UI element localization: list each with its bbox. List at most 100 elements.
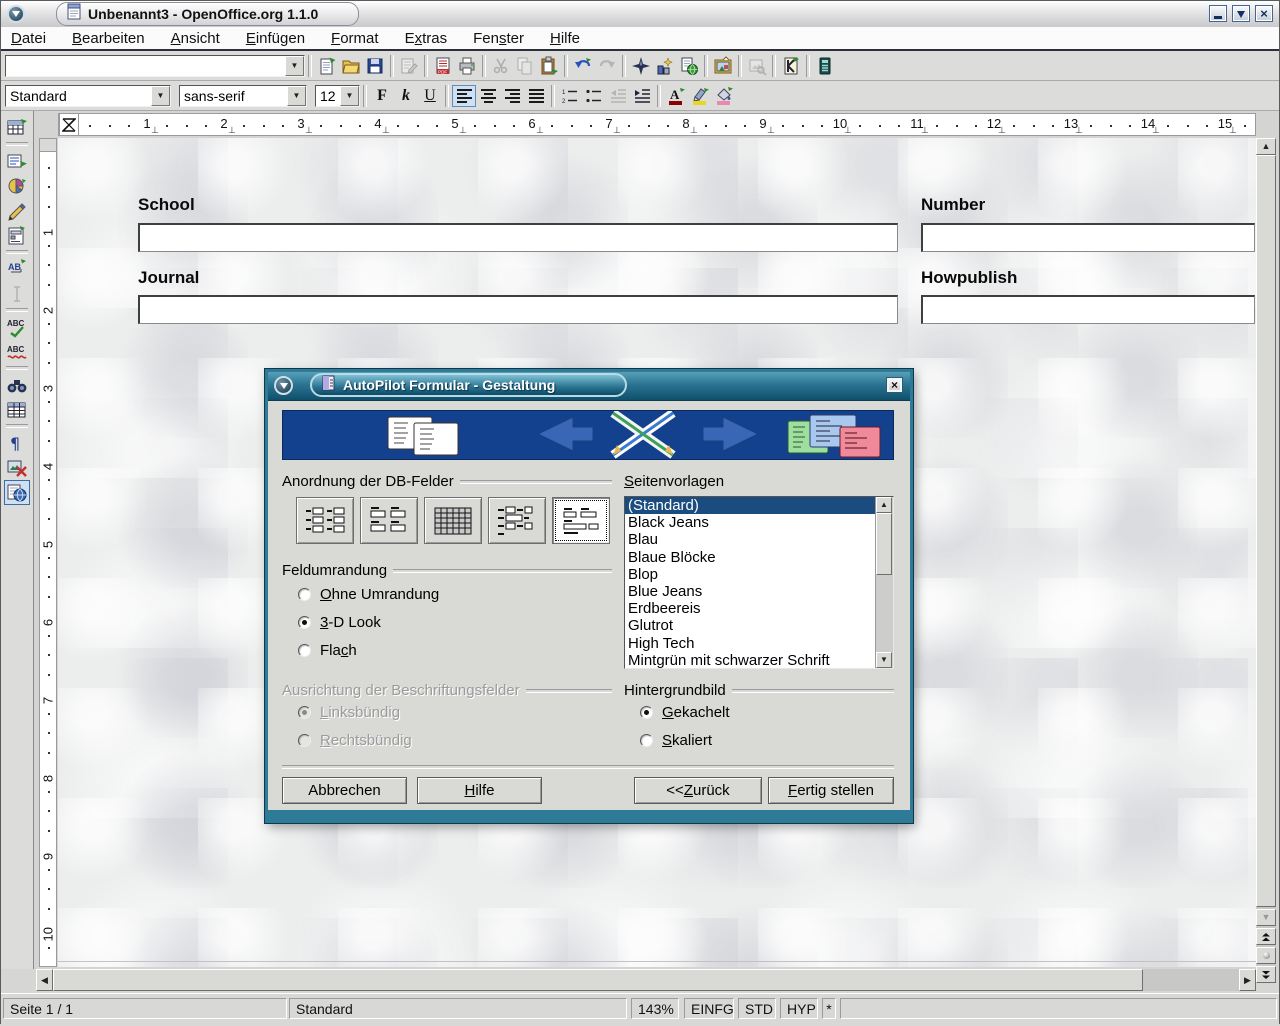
online-layout-icon[interactable] — [4, 480, 30, 505]
stylist-icon[interactable] — [653, 54, 677, 78]
list-item[interactable]: Erdbeereis — [625, 600, 875, 617]
font-color-icon[interactable]: A — [664, 85, 688, 107]
insert-table-icon[interactable] — [4, 115, 30, 140]
justify-icon[interactable] — [524, 85, 548, 107]
show-draw-functions-icon[interactable] — [4, 198, 30, 223]
list-item[interactable]: Blop — [625, 566, 875, 583]
insert-fields-icon[interactable] — [4, 148, 30, 173]
form-field-input-journal[interactable] — [138, 295, 898, 324]
spellcheck-icon[interactable]: ABC — [4, 314, 30, 339]
graphics-on-off-icon[interactable] — [4, 455, 30, 480]
export-pdf-icon[interactable]: PDF — [431, 54, 455, 78]
cancel-button[interactable]: Abbrechen — [282, 777, 407, 804]
arrangement-columns-labels-top[interactable] — [360, 497, 418, 544]
arrangement-blocks-labels-top[interactable] — [552, 497, 610, 544]
zoom-level[interactable]: 143% — [631, 998, 679, 1019]
align-center-icon[interactable] — [476, 85, 500, 107]
gallery-icon[interactable] — [711, 54, 735, 78]
menu-extras[interactable]: Extras — [405, 30, 461, 47]
navigation-button[interactable] — [1256, 947, 1276, 964]
style-dropdown-button[interactable]: ▼ — [151, 86, 170, 106]
listbox-scroll-up[interactable]: ▲ — [876, 497, 892, 513]
print-icon[interactable] — [455, 54, 479, 78]
radio-no-border-control[interactable] — [298, 588, 311, 601]
vertical-ruler[interactable]: 12345678910 — [39, 138, 57, 967]
font-size-value[interactable]: 12 — [316, 86, 340, 106]
font-size-combobox[interactable]: 12 ▼ — [315, 85, 360, 107]
dialog-menu-button[interactable] — [274, 376, 293, 395]
paste-icon[interactable] — [537, 54, 561, 78]
arrangement-columns-labels-left[interactable] — [296, 497, 354, 544]
url-combobox[interactable]: ▼ — [5, 55, 305, 77]
data-sources-icon[interactable] — [813, 54, 837, 78]
horizontal-scroll-thumb[interactable] — [53, 969, 1143, 991]
nonprinting-characters-icon[interactable]: ¶ — [4, 430, 30, 455]
arrangement-as-table[interactable] — [424, 497, 482, 544]
bullet-list-icon[interactable] — [582, 85, 606, 107]
scroll-left-button[interactable]: ◀ — [36, 969, 53, 991]
form-field-input-howpublish[interactable] — [921, 295, 1255, 324]
radio-tiled-control[interactable] — [640, 706, 653, 719]
finish-button[interactable]: Fertig stellen — [768, 777, 894, 804]
hyperlink-mode[interactable]: HYP — [780, 998, 818, 1019]
dialog-close-button[interactable]: × — [886, 377, 903, 393]
numbered-list-icon[interactable]: 12 — [558, 85, 582, 107]
horizontal-scrollbar[interactable]: ◀ ▶ — [36, 969, 1256, 991]
form-field-input-school[interactable] — [138, 223, 898, 252]
arrangement-rows-labels-left[interactable] — [488, 497, 546, 544]
insert-objects-icon[interactable] — [4, 173, 30, 198]
menu-format[interactable]: Format — [331, 30, 392, 47]
size-dropdown-button[interactable]: ▼ — [340, 86, 359, 106]
minimize-button[interactable] — [1209, 5, 1227, 22]
shade-button[interactable] — [1232, 5, 1250, 22]
previous-page-button[interactable] — [1256, 928, 1276, 945]
radio-no-border[interactable]: Ohne Umrandung — [298, 587, 439, 602]
radio-scaled[interactable]: Skaliert — [640, 733, 730, 748]
list-item[interactable]: Blau — [625, 531, 875, 548]
list-item[interactable]: Blaue Blöcke — [625, 549, 875, 566]
menu-bearbeiten[interactable]: Bearbeiten — [72, 30, 158, 47]
menu-hilfe[interactable]: Hilfe — [550, 30, 593, 47]
menu-datei[interactable]: Datei — [11, 30, 59, 47]
align-right-icon[interactable] — [500, 85, 524, 107]
scroll-down-button[interactable]: ▼ — [1256, 909, 1276, 926]
underline-icon[interactable]: U — [418, 85, 442, 107]
paragraph-style-indicator[interactable]: Standard — [289, 998, 627, 1019]
help-button[interactable]: Hilfe — [417, 777, 542, 804]
undo-icon[interactable] — [571, 54, 595, 78]
radio-3d-look-control[interactable] — [298, 616, 311, 629]
menu-fenster[interactable]: Fenster — [473, 30, 537, 47]
radio-flat-control[interactable] — [298, 644, 311, 657]
vertical-scroll-thumb[interactable] — [1256, 155, 1276, 907]
hyperlink-dialog-icon[interactable] — [677, 54, 701, 78]
window-menu-button[interactable] — [7, 5, 25, 23]
data-sources-view-icon[interactable] — [4, 397, 30, 422]
url-input[interactable] — [6, 56, 285, 76]
radio-3d-look[interactable]: 3-D Look — [298, 615, 439, 630]
menu-einfuegen[interactable]: Einfügen — [246, 30, 318, 47]
align-left-icon[interactable] — [452, 85, 476, 107]
menu-ansicht[interactable]: Ansicht — [171, 30, 233, 47]
italic-icon[interactable]: k — [394, 85, 418, 107]
page-styles-listbox[interactable]: (Standard)Black JeansBlauBlaue BlöckeBlo… — [624, 496, 894, 669]
radio-tiled[interactable]: Gekachelt — [640, 705, 730, 720]
insert-mode[interactable]: EINFG — [684, 998, 734, 1019]
new-document-icon[interactable] — [315, 54, 339, 78]
auto-spellcheck-icon[interactable]: ABC — [4, 339, 30, 364]
find-replace-icon[interactable] — [4, 372, 30, 397]
font-name-value[interactable]: sans-serif — [180, 86, 287, 106]
listbox-scroll-down[interactable]: ▼ — [876, 652, 892, 668]
bold-icon[interactable]: F — [370, 85, 394, 107]
autopilot-icon[interactable] — [779, 54, 803, 78]
font-dropdown-button[interactable]: ▼ — [287, 86, 306, 106]
form-field-input-number[interactable] — [921, 223, 1255, 252]
list-item[interactable]: Mintgrün mit schwarzer Schrift — [625, 652, 875, 668]
close-button[interactable]: × — [1255, 5, 1273, 22]
dialog-titlebar[interactable]: AutoPilot Formular - Gestaltung × — [268, 372, 910, 401]
font-name-combobox[interactable]: sans-serif ▼ — [179, 85, 307, 107]
form-functions-icon[interactable] — [4, 223, 30, 248]
listbox-scrollbar[interactable]: ▲ ▼ — [875, 497, 893, 668]
radio-flat[interactable]: Flach — [298, 643, 439, 658]
scroll-up-button[interactable]: ▲ — [1256, 138, 1276, 155]
navigator-icon[interactable] — [629, 54, 653, 78]
